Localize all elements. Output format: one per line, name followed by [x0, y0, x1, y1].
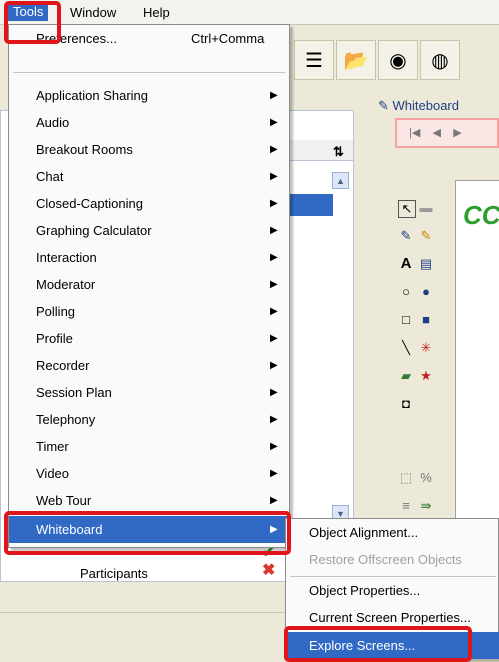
menu-item-moderator[interactable]: Moderator ▶	[9, 271, 289, 298]
menu-item-label: Chat	[36, 169, 64, 184]
highlight-explore-screens	[284, 626, 472, 662]
participants-label: Participants	[80, 566, 148, 581]
line-tool-icon[interactable]: ╲	[398, 340, 414, 356]
menu-item-label: Moderator	[36, 277, 96, 292]
whiteboard-tab-label: Whiteboard	[392, 98, 459, 113]
menu-item-breakout-rooms[interactable]: Breakout Rooms ▶	[9, 136, 289, 163]
circle-tool-icon[interactable]: ○	[398, 284, 414, 300]
filled-rectangle-tool-icon[interactable]: ■	[418, 312, 434, 328]
pen-tool-icon[interactable]: ✎	[398, 228, 414, 244]
submenu-arrow-icon: ▶	[270, 333, 278, 344]
submenu-arrow-icon: ▶	[270, 468, 278, 479]
tools-menu: Preferences... Ctrl+Comma Application Sh…	[8, 24, 290, 548]
highlight-whiteboard-item	[4, 511, 291, 555]
submenu-item-label: Object Properties...	[309, 583, 421, 598]
pointer-tool-icon[interactable]: ↖	[398, 200, 416, 218]
menu-help[interactable]: Help	[143, 5, 170, 20]
menu-item-chat[interactable]: Chat ▶	[9, 163, 289, 190]
submenu-arrow-icon: ▶	[270, 90, 278, 101]
folder-arrow-toolbar-icon[interactable]: 📂	[336, 40, 376, 80]
menu-item-telephony[interactable]: Telephony ▶	[9, 406, 289, 433]
menu-separator	[13, 72, 285, 73]
submenu-item-restore-offscreen-objects: Restore Offscreen Objects	[286, 546, 499, 573]
webcam-toolbar-icon[interactable]: ◉	[378, 40, 418, 80]
submenu-arrow-icon: ▶	[270, 225, 278, 236]
submenu-arrow-icon: ▶	[270, 441, 278, 452]
menu-item-recorder[interactable]: Recorder ▶	[9, 352, 289, 379]
menu-item-label: Audio	[36, 115, 70, 130]
submenu-item-label: Object Alignment...	[309, 525, 419, 540]
menu-bar: Tools Window Help	[0, 0, 499, 25]
text-box-tool-icon[interactable]: ▤	[418, 256, 434, 272]
menu-item-timer[interactable]: Timer ▶	[9, 433, 289, 460]
submenu-arrow-icon: ▶	[270, 279, 278, 290]
submenu-arrow-icon: ▶	[270, 495, 278, 506]
rectangle-tool-icon[interactable]: □	[398, 312, 414, 328]
close-icon: ✖	[262, 562, 276, 579]
menu-item-application-sharing[interactable]: Application Sharing ▶	[9, 82, 289, 109]
menu-item-label: Polling	[36, 304, 76, 319]
menu-item-profile[interactable]: Profile ▶	[9, 325, 289, 352]
menu-item-video[interactable]: Video ▶	[9, 460, 289, 487]
arrange-tool-icon[interactable]: ⇛	[418, 498, 434, 514]
status-bar	[0, 612, 290, 631]
menu-item-label: Recorder	[36, 358, 90, 373]
select-area-tool-icon[interactable]: ⬚	[398, 470, 414, 486]
globe-toolbar-icon[interactable]: ◍	[420, 40, 460, 80]
submenu-item-object-properties[interactable]: Object Properties...	[286, 577, 499, 604]
submenu-item-object-alignment[interactable]: Object Alignment...	[286, 519, 499, 546]
menu-item-label: Graphing Calculator	[36, 223, 152, 238]
whiteboard-nav[interactable]: |◀ ◀ ▶	[395, 118, 499, 148]
scroll-up-button[interactable]: ▲	[332, 172, 349, 189]
menu-item-label: Closed-Captioning	[36, 196, 143, 211]
menu-item-label: Video	[36, 466, 70, 481]
submenu-arrow-icon: ▶	[270, 198, 278, 209]
highlight-tools-menu	[4, 1, 61, 44]
align-tool-icon[interactable]: ≡	[398, 498, 414, 514]
settings-toolbar-icon[interactable]: ☰	[294, 40, 334, 80]
menu-item-session-plan[interactable]: Session Plan ▶	[9, 379, 289, 406]
menu-item-audio[interactable]: Audio ▶	[9, 109, 289, 136]
eraser-tool-icon[interactable]: ▬	[418, 200, 434, 216]
submenu-arrow-icon: ▶	[270, 144, 278, 155]
text-tool-icon[interactable]: A	[398, 256, 414, 272]
percent-tool-icon[interactable]: %	[418, 470, 434, 486]
image-tool-icon[interactable]: ▰	[398, 368, 414, 384]
whiteboard-tab[interactable]: ✎ Whiteboard	[378, 98, 459, 114]
menu-item-polling[interactable]: Polling ▶	[9, 298, 289, 325]
menu-item-label: Telephony	[36, 412, 96, 427]
menu-item-label: Timer	[36, 439, 69, 454]
submenu-arrow-icon: ▶	[270, 414, 278, 425]
menu-item-interaction[interactable]: Interaction ▶	[9, 244, 289, 271]
menu-item-web-tour[interactable]: Web Tour ▶	[9, 487, 289, 514]
submenu-arrow-icon: ▶	[270, 252, 278, 263]
submenu-arrow-icon: ▶	[270, 117, 278, 128]
whiteboard-text: CCC	[463, 200, 499, 230]
menu-item-label: Web Tour	[36, 493, 92, 508]
highlighter-tool-icon[interactable]: ✎	[418, 228, 434, 244]
filled-circle-tool-icon[interactable]: ●	[418, 284, 434, 300]
menu-item-closed-captioning[interactable]: Closed-Captioning ▶	[9, 190, 289, 217]
submenu-item-label: Restore Offscreen Objects	[309, 552, 462, 567]
menu-item-label: Profile	[36, 331, 73, 346]
menu-item-label: Breakout Rooms	[36, 142, 133, 157]
sort-icon[interactable]: ⇅	[333, 144, 344, 160]
menu-item-label: Interaction	[36, 250, 97, 265]
submenu-arrow-icon: ▶	[270, 387, 278, 398]
submenu-arrow-icon: ▶	[270, 360, 278, 371]
submenu-arrow-icon: ▶	[270, 171, 278, 182]
menu-window[interactable]: Window	[70, 5, 116, 20]
magic-wand-tool-icon[interactable]: ✳	[418, 340, 434, 356]
menu-item-label: Application Sharing	[36, 88, 149, 103]
clipart-tool-icon[interactable]: ★	[418, 368, 434, 384]
menu-item-shortcut: Ctrl+Comma	[191, 31, 265, 46]
camera-tool-icon[interactable]: ◘	[398, 396, 414, 412]
menu-item-graphing-calculator[interactable]: Graphing Calculator ▶	[9, 217, 289, 244]
menu-item-label: Session Plan	[36, 385, 112, 400]
submenu-arrow-icon: ▶	[270, 306, 278, 317]
